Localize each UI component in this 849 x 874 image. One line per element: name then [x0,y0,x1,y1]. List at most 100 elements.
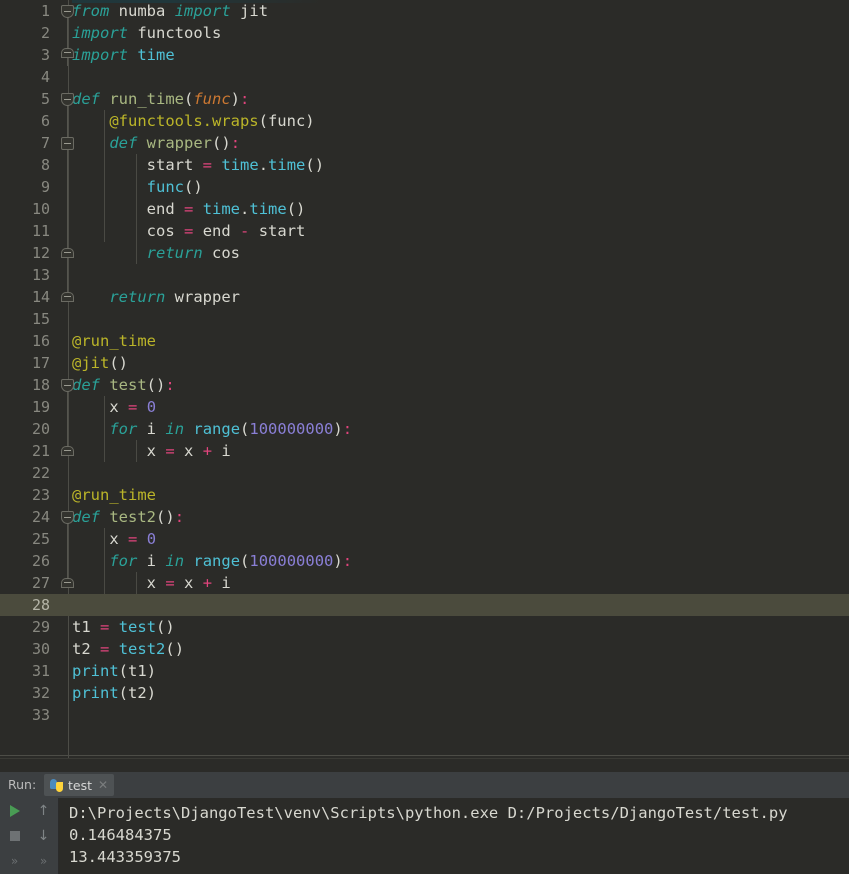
code-line[interactable]: 23 @run_time [0,484,849,506]
line-number: 11 [31,222,50,240]
chevrons-icon: » [10,853,19,868]
fold-marker-line-24[interactable] [61,511,74,524]
code-text: start = time.time() [146,156,325,174]
line-number: 32 [31,684,50,702]
code-line[interactable]: 13 [0,264,849,286]
line-number: 14 [31,288,50,306]
console-output[interactable]: D:\Projects\DjangoTest\venv\Scripts\pyth… [58,798,849,874]
code-line[interactable]: 11 cos = end - start [0,220,849,242]
line-number: 21 [31,442,50,460]
code-text: t2 = test2() [72,640,185,658]
code-line[interactable]: 12 return cos [0,242,849,264]
code-line[interactable]: 26 for i in range(100000000): [0,550,849,572]
code-line[interactable]: 6 @functools.wraps(func) [0,110,849,132]
code-line[interactable]: 5 def run_time(func): [0,88,849,110]
code-line[interactable]: 28 [0,594,849,616]
line-number: 31 [31,662,50,680]
code-line[interactable]: 4 [0,66,849,88]
fold-end-line-12[interactable] [61,248,74,258]
code-text: def test(): [72,376,175,394]
code-text: return cos [146,244,240,262]
code-line[interactable]: 10 end = time.time() [0,198,849,220]
code-line[interactable]: 17 @jit() [0,352,849,374]
line-number: 20 [31,420,50,438]
line-number: 7 [40,134,50,152]
code-line[interactable]: 8 start = time.time() [0,154,849,176]
close-icon[interactable]: ✕ [98,778,108,792]
code-text: from numba import jit [72,2,269,20]
code-line[interactable]: 30 t2 = test2() [0,638,849,660]
code-line[interactable]: 29 t1 = test() [0,616,849,638]
fold-end-line-14[interactable] [61,292,74,302]
code-line[interactable]: 2 import functools [0,22,849,44]
line-number: 26 [31,552,50,570]
code-line[interactable]: 18 def test(): [0,374,849,396]
code-line[interactable]: 3 import time [0,44,849,66]
code-line[interactable]: 31 print(t1) [0,660,849,682]
code-text: x = x + i [146,574,231,592]
code-line[interactable]: 24 def test2(): [0,506,849,528]
code-text: cos = end - start [146,222,306,240]
code-line[interactable]: 1 from numba import jit [0,0,849,22]
scroll-down-button[interactable]: ↓ [29,823,58,848]
line-number: 28 [0,594,56,616]
code-text: import time [72,46,175,64]
code-text: for i in range(100000000): [109,420,353,438]
fold-marker-line-18[interactable] [61,379,74,392]
more-options-button[interactable]: » [29,848,58,873]
code-line[interactable]: 7 def wrapper(): [0,132,849,154]
code-line[interactable]: 27 x = x + i [0,572,849,594]
code-line[interactable]: 20 for i in range(100000000): [0,418,849,440]
run-tab-test[interactable]: test ✕ [44,774,115,796]
line-number: 25 [31,530,50,548]
fold-marker-line-5[interactable] [61,93,74,106]
expand-all-button[interactable]: » [0,848,29,873]
code-line[interactable]: 25 x = 0 [0,528,849,550]
line-number: 33 [31,706,50,724]
code-line[interactable]: 16 @run_time [0,330,849,352]
python-file-icon [50,778,63,792]
code-line[interactable]: 22 [0,462,849,484]
pycharm-window: 1 from numba import jit 2 import functools 3… [0,0,849,874]
code-line[interactable]: 14 return wrapper [0,286,849,308]
code-line[interactable]: 33 [0,704,849,726]
code-text: @run_time [72,332,156,350]
stop-button[interactable] [0,823,29,848]
line-number: 15 [31,310,50,328]
console-command-line: D:\Projects\DjangoTest\venv\Scripts\pyth… [69,804,788,822]
fold-marker-line-1[interactable] [61,5,74,18]
line-number: 22 [31,464,50,482]
line-number: 12 [31,244,50,262]
code-text: func() [146,178,203,196]
fold-end-line-3[interactable] [61,48,74,58]
code-line[interactable]: 15 [0,308,849,330]
code-text: print(t1) [72,662,157,680]
run-toolbar: ↑ ↓ » » [0,798,58,874]
code-line[interactable]: 9 func() [0,176,849,198]
code-line[interactable]: 21 x = x + i [0,440,849,462]
run-icon [9,804,20,817]
fold-marker-line-7[interactable] [61,137,74,150]
code-line[interactable]: 19 x = 0 [0,396,849,418]
line-number: 4 [40,68,50,86]
code-text: @jit() [72,354,128,372]
scroll-up-button[interactable]: ↑ [29,798,58,823]
run-tab-label: test [68,777,93,793]
code-text: @run_time [72,486,156,504]
fold-end-line-27[interactable] [61,578,74,588]
console-output-line-2: 13.443359375 [69,848,181,866]
line-number: 10 [31,200,50,218]
code-editor[interactable]: 1 from numba import jit 2 import functools 3… [0,0,849,772]
line-number: 2 [40,24,50,42]
fold-end-line-21[interactable] [61,446,74,456]
rerun-button[interactable] [0,798,29,823]
code-line[interactable]: 32 print(t2) [0,682,849,704]
line-number: 30 [31,640,50,658]
line-number: 18 [31,376,50,394]
up-arrow-icon: ↑ [37,802,50,819]
